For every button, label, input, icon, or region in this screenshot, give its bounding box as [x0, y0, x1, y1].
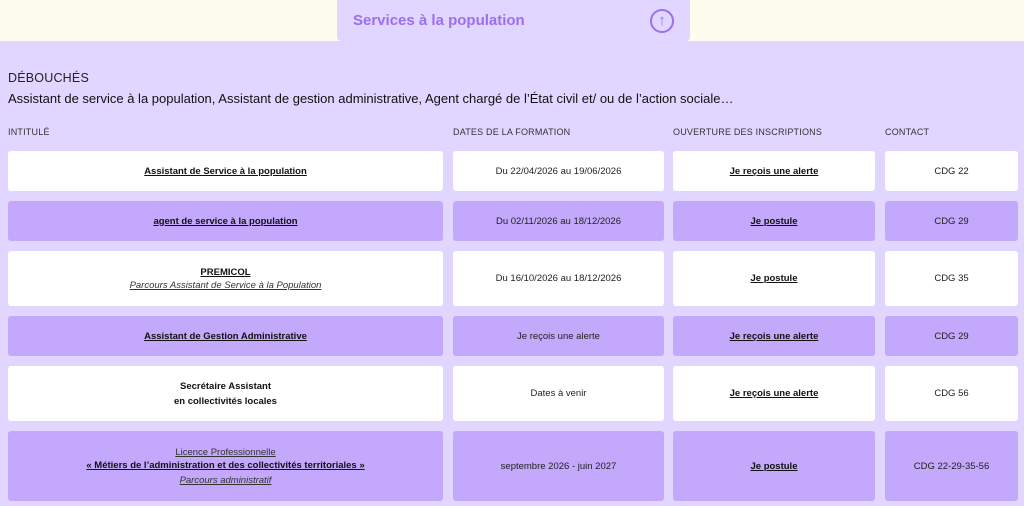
apply-link[interactable]: Je postule — [751, 273, 798, 284]
cell-dates: Dates à venir — [453, 366, 664, 421]
arrow-up-circle-icon[interactable]: ↑ — [650, 8, 674, 33]
alert-link[interactable]: Je reçois une alerte — [730, 166, 819, 177]
section-title[interactable]: Services à la population — [353, 12, 525, 29]
formation-link[interactable]: Assistant de Service à la population — [144, 166, 307, 177]
formation-title-line2: en collectivités locales — [174, 395, 277, 407]
section-panel: DÉBOUCHÉS Assistant de service à la popu… — [0, 41, 1024, 506]
dates-text: Je reçois une alerte — [517, 330, 600, 342]
formation-link[interactable]: « Métiers de l’administration et des col… — [86, 460, 364, 471]
formation-link[interactable]: agent de service à la population — [153, 216, 297, 227]
alert-link[interactable]: Je reçois une alerte — [730, 388, 819, 399]
contact-text: CDG 29 — [934, 330, 969, 342]
cell-dates: Du 02/11/2026 au 18/12/2026 — [453, 201, 664, 241]
debouches-text: Assistant de service à la population, As… — [8, 91, 734, 106]
cell-action: Je postule — [673, 431, 875, 501]
dates-text: septembre 2026 - juin 2027 — [500, 460, 617, 472]
header-dates: DATES DE LA FORMATION — [453, 127, 571, 137]
cell-action: Je reçois une alerte — [673, 316, 875, 356]
contact-text: CDG 56 — [934, 388, 969, 399]
contact-text: CDG 29 — [934, 215, 969, 227]
cell-title: PREMICOL Parcours Assistant de Service à… — [8, 251, 443, 306]
dates-text: Du 02/11/2026 au 18/12/2026 — [495, 215, 622, 227]
apply-link[interactable]: Je postule — [751, 461, 798, 472]
cell-title: Assistant de Gestion Administrative — [8, 316, 443, 356]
cell-action: Je reçois une alerte — [673, 151, 875, 191]
table-row: Assistant de Service à la population Du … — [0, 151, 1024, 191]
formation-link[interactable]: PREMICOL — [200, 267, 250, 278]
cell-title: Secrétaire Assistant en collectivités lo… — [8, 366, 443, 421]
cell-action: Je postule — [673, 251, 875, 306]
header-intitule: INTITULÉ — [8, 127, 50, 137]
cell-dates: Du 22/04/2026 au 19/06/2026 — [453, 151, 664, 191]
licence-link[interactable]: Licence Professionnelle — [175, 447, 275, 458]
cell-contact: CDG 56 — [885, 366, 1018, 421]
dates-text: Du 22/04/2026 au 19/06/2026 — [495, 165, 622, 177]
cell-contact: CDG 29 — [885, 316, 1018, 356]
table-row: Secrétaire Assistant en collectivités lo… — [0, 366, 1024, 421]
cell-action: Je reçois une alerte — [673, 366, 875, 421]
table-row: Assistant de Gestion Administrative Je r… — [0, 316, 1024, 356]
cell-title: agent de service à la population — [8, 201, 443, 241]
apply-link[interactable]: Je postule — [751, 216, 798, 227]
cell-contact: CDG 22-29-35-56 — [885, 431, 1018, 501]
cell-contact: CDG 22 — [885, 151, 1018, 191]
contact-text: CDG 22 — [934, 165, 969, 177]
formation-title-line1: Secrétaire Assistant — [179, 380, 271, 392]
parcours-link[interactable]: Parcours Assistant de Service à la Popul… — [130, 280, 322, 291]
header-inscriptions: OUVERTURE DES INSCRIPTIONS — [673, 127, 823, 137]
cell-contact: CDG 29 — [885, 201, 1018, 241]
cell-dates: Du 16/10/2026 au 18/12/2026 — [453, 251, 664, 306]
table-row: agent de service à la population Du 02/1… — [0, 201, 1024, 241]
contact-text: CDG 22-29-35-56 — [913, 460, 990, 472]
cell-contact: CDG 35 — [885, 251, 1018, 306]
table-row: Licence Professionnelle « Métiers de l’a… — [0, 431, 1024, 501]
cell-title: Licence Professionnelle « Métiers de l’a… — [8, 431, 443, 501]
cell-dates: septembre 2026 - juin 2027 — [453, 431, 664, 501]
dates-text: Du 16/10/2026 au 18/12/2026 — [495, 273, 622, 284]
table-row: PREMICOL Parcours Assistant de Service à… — [0, 251, 1024, 306]
debouches-label: DÉBOUCHÉS — [8, 71, 89, 85]
header-contact: CONTACT — [885, 127, 930, 137]
cell-action: Je postule — [673, 201, 875, 241]
section-tab[interactable]: Services à la population ↑ — [337, 0, 690, 41]
dates-text: Dates à venir — [530, 388, 587, 399]
formation-link[interactable]: Assistant de Gestion Administrative — [144, 331, 307, 342]
alert-link[interactable]: Je reçois une alerte — [730, 331, 819, 342]
contact-text: CDG 35 — [934, 273, 969, 284]
parcours-link[interactable]: Parcours administratif — [180, 475, 272, 486]
cell-title: Assistant de Service à la population — [8, 151, 443, 191]
cell-dates: Je reçois une alerte — [453, 316, 664, 356]
table-header: INTITULÉ DATES DE LA FORMATION OUVERTURE… — [0, 127, 1024, 139]
